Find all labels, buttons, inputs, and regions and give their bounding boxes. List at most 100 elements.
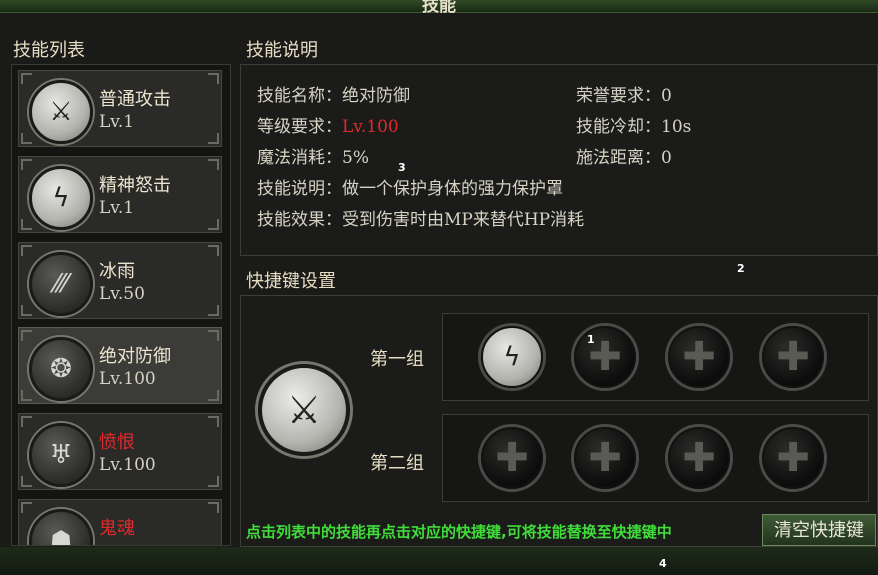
skill-icon-glyph: ⁄⁄⁄ [54,269,68,299]
corner-ornament [208,330,219,341]
skill-level: Lv.100 [99,369,156,389]
corner-ornament [21,416,32,427]
level-req-row: 等级要求：Lv.100 [257,112,399,137]
cooldown-value: 10s [661,117,692,137]
corner-ornament [208,245,219,256]
marker-1: 1 [587,333,595,346]
skill-name-label: 技能名称： [257,86,342,106]
skill-level: Lv.50 [99,284,145,304]
bottom-bar [0,547,878,575]
skill-window: 技能 技能列表 ⚔ 普通攻击 Lv.1 ϟ 精神怒击 Lv.1 ⁄⁄⁄ 冰雨 Lv.50 ❂ 绝对防… [0,0,878,575]
skill-icon-glyph: ⚔ [49,97,73,127]
skill-name: 鬼魂 [99,518,135,539]
shortcut-slot[interactable]: ✚ [762,326,824,388]
cast-range-row: 施法距离：0 [576,143,672,168]
group2-label: 第二组 [370,453,424,474]
corner-ornament [208,219,219,230]
corner-ornament [21,305,32,316]
corner-ornament [21,476,32,487]
skill-desc-panel: 技能名称：绝对防御 等级要求：Lv.100 魔法消耗：5% 技能说明：做一个保护… [240,64,878,256]
honor-req-value: 0 [661,86,672,106]
plus-icon: ✚ [495,435,529,481]
skill-name-row: 技能名称：绝对防御 [257,81,410,106]
corner-ornament [208,305,219,316]
skill-desc-title: 技能说明 [246,40,318,61]
corner-ornament [21,502,32,513]
cast-range-label: 施法距离： [576,148,661,168]
skill-icon-glyph: ϟ [52,183,70,213]
skill-list-item[interactable]: ϟ 精神怒击 Lv.1 [18,156,222,233]
title-bar: 技能 [0,0,878,16]
plus-icon: ✚ [682,435,716,481]
skill-name: 愤恨 [99,432,135,453]
shortcut-title: 快捷键设置 [246,271,336,292]
skill-effect-row: 技能效果：受到伤害时由MP来替代HP消耗 [257,205,584,230]
corner-ornament [21,219,32,230]
shortcut-hint: 点击列表中的技能再点击对应的快捷键,可将技能替换至快捷键中 [246,523,672,541]
plus-icon: ✚ [776,435,810,481]
mana-cost-row: 魔法消耗：5% [257,143,369,168]
sword-icon: ⚔ [286,388,322,432]
shortcut-slot[interactable]: ✚ [574,326,636,388]
skill-list-item[interactable]: ⁄⁄⁄ 冰雨 Lv.50 [18,242,222,319]
corner-ornament [208,416,219,427]
shield-swirl-icon: ❂ [29,337,93,401]
cooldown-row: 技能冷却：10s [576,112,691,137]
skill-list: ⚔ 普通攻击 Lv.1 ϟ 精神怒击 Lv.1 ⁄⁄⁄ 冰雨 Lv.50 ❂ 绝对防御 Lv.100 ♅… [11,64,231,546]
skill-icon-glyph: ☗ [49,526,73,546]
skill-list-item[interactable]: ☗ 鬼魂 [18,499,222,546]
skill-list-title: 技能列表 [13,40,85,61]
skill-list-item[interactable]: ❂ 绝对防御 Lv.100 [18,327,222,404]
shortcut-slot[interactable]: ϟ [481,326,543,388]
skill-list-item[interactable]: ⚔ 普通攻击 Lv.1 [18,70,222,147]
corner-ornament [208,390,219,401]
plus-icon: ✚ [682,334,716,380]
skill-effect-value: 受到伤害时由MP来替代HP消耗 [342,210,585,230]
shortcut-slot[interactable]: ✚ [762,427,824,489]
corner-ornament [208,502,219,513]
rage-icon: ♅ [29,423,93,487]
skill-icon-glyph: ♅ [49,440,73,470]
skill-level: Lv.1 [99,112,135,132]
skill-effect-label: 技能效果： [257,210,342,230]
lightning-icon: ϟ [29,166,93,230]
corner-ornament [21,245,32,256]
group1-label: 第一组 [370,349,424,370]
cast-range-value: 0 [661,148,672,168]
marker-3: 3 [398,161,406,174]
clear-shortcut-button[interactable]: 清空快捷键 [762,514,876,546]
shortcut-slot[interactable]: ✚ [668,427,730,489]
selected-skill-icon: ⚔ [258,364,350,456]
skill-list-item[interactable]: ♅ 愤恨 Lv.100 [18,413,222,490]
honor-req-row: 荣誉要求：0 [576,81,672,106]
corner-ornament [208,476,219,487]
marker-4: 4 [659,557,667,570]
shortcut-slot[interactable]: ✚ [668,326,730,388]
skill-name: 绝对防御 [99,346,171,367]
skill-name: 精神怒击 [99,175,171,196]
shortcut-slot[interactable]: ✚ [574,427,636,489]
sword-icon: ⚔ [29,80,93,144]
skill-name: 冰雨 [99,261,135,282]
corner-ornament [21,330,32,341]
level-req-label: 等级要求： [257,117,342,137]
mana-cost-label: 魔法消耗： [257,148,342,168]
mana-cost-value: 5% [342,148,369,168]
lightning-icon: ϟ [503,342,521,372]
skill-level: Lv.100 [99,455,156,475]
cooldown-label: 技能冷却： [576,117,661,137]
corner-ornament [208,73,219,84]
skill-desc-value: 做一个保护身体的强力保护罩 [342,179,563,199]
shortcut-group-1: ϟ ✚ ✚ ✚ [442,313,869,401]
shortcut-slot[interactable]: ✚ [481,427,543,489]
level-req-value: Lv.100 [342,117,399,137]
ghost-icon: ☗ [29,509,93,546]
window-title: 技能 [422,0,456,16]
shortcut-group-2: ✚ ✚ ✚ ✚ [442,414,869,502]
plus-icon: ✚ [588,435,622,481]
corner-ornament [21,133,32,144]
corner-ornament [21,159,32,170]
skill-icon-glyph: ❂ [50,354,72,384]
honor-req-label: 荣誉要求： [576,86,661,106]
corner-ornament [208,159,219,170]
